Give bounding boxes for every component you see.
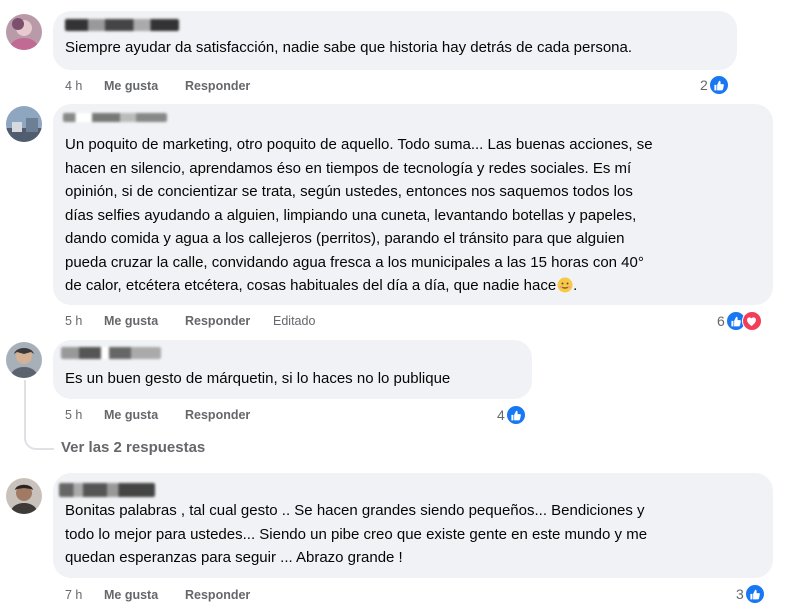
smile-emoji-icon: [557, 277, 573, 301]
comment-line: Un poquito de marketing, otro poquito de…: [65, 136, 653, 153]
avatar-image: [6, 342, 42, 378]
avatar-image: [6, 14, 42, 50]
like-button[interactable]: Me gusta: [104, 78, 158, 94]
reaction-summary[interactable]: 6: [717, 311, 762, 331]
comment-text: Bonitas palabras , tal cual gesto .. Se …: [65, 499, 770, 570]
comment-actions: 5 h Me gusta Responder Editado: [0, 313, 790, 329]
author-name-redacted[interactable]: [65, 19, 179, 31]
reply-button[interactable]: Responder: [185, 407, 250, 423]
like-icon: [744, 584, 765, 604]
comment-line: .: [573, 277, 578, 294]
like-icon: [505, 405, 526, 425]
like-button[interactable]: Me gusta: [104, 313, 158, 329]
author-name-redacted[interactable]: [61, 347, 161, 359]
love-icon: [741, 311, 762, 331]
reaction-summary[interactable]: 4: [497, 405, 526, 425]
thread-connector: [24, 420, 54, 450]
avatar[interactable]: [6, 14, 42, 50]
like-button[interactable]: Me gusta: [104, 587, 158, 603]
avatar-image: [6, 106, 42, 142]
comment-line: Bonitas palabras , tal cual gesto .. Se …: [65, 502, 645, 519]
comment-actions: 7 h Me gusta Responder: [0, 587, 790, 603]
author-name-redacted[interactable]: [63, 113, 167, 122]
comment-line: pueda cruzar la calle, convidando agua f…: [65, 253, 644, 271]
avatar-image: [6, 478, 42, 514]
comment-time[interactable]: 4 h: [65, 78, 82, 94]
like-icon: [708, 75, 729, 95]
author-name-redacted[interactable]: [59, 483, 155, 497]
comment-line: quedan esperanzas para seguir ... Abrazo…: [65, 549, 403, 566]
comment-bubble: Es un buen gesto de márquetin, si lo hac…: [53, 340, 532, 399]
comment-line: de calor, etcétera etcétera, cosas habit…: [65, 277, 557, 294]
comment-line: días selfies ayudando a alguien, limpian…: [65, 206, 637, 224]
reply-button[interactable]: Responder: [185, 313, 250, 329]
comment-text: Siempre ayudar da satisfacción, nadie sa…: [65, 39, 633, 56]
reaction-count: 6: [717, 313, 725, 329]
comment-time[interactable]: 7 h: [65, 587, 82, 603]
comment-time[interactable]: 5 h: [65, 313, 82, 329]
reaction-summary[interactable]: 3: [736, 584, 765, 604]
reaction-count: 3: [736, 586, 744, 602]
comment-last-line: de calor, etcétera etcétera, cosas habit…: [65, 274, 770, 301]
comment-line: dando comida y agua a los callejeros (pe…: [65, 230, 625, 247]
comment-line: hacen en silencio, aprendamos éso en tie…: [65, 159, 632, 177]
comment-bubble: Siempre ayudar da satisfacción, nadie sa…: [53, 11, 737, 70]
avatar[interactable]: [6, 478, 42, 514]
reaction-count: 2: [700, 77, 708, 93]
comment-line: todo lo mejor para ustedes... Siendo un …: [65, 525, 648, 543]
comment-time[interactable]: 5 h: [65, 407, 82, 423]
comment-actions: 5 h Me gusta Responder: [0, 407, 790, 423]
comment-text: Es un buen gesto de márquetin, si lo hac…: [65, 370, 451, 387]
view-replies-link[interactable]: Ver las 2 respuestas: [61, 439, 205, 456]
comment-text: Un poquito de marketing, otro poquito de…: [65, 133, 770, 301]
reply-button[interactable]: Responder: [185, 78, 250, 94]
comment-bubble: Un poquito de marketing, otro poquito de…: [53, 104, 773, 305]
reaction-summary[interactable]: 2: [700, 75, 729, 95]
avatar[interactable]: [6, 106, 42, 142]
reply-button[interactable]: Responder: [185, 587, 250, 603]
comment-actions: 4 h Me gusta Responder: [0, 78, 790, 94]
avatar[interactable]: [6, 342, 42, 378]
edited-label[interactable]: Editado: [273, 313, 315, 329]
like-button[interactable]: Me gusta: [104, 407, 158, 423]
comment-line: opinión, si de concientizar se trata, se…: [65, 183, 633, 200]
reaction-count: 4: [497, 407, 505, 423]
comment-bubble: Bonitas palabras , tal cual gesto .. Se …: [53, 473, 773, 578]
